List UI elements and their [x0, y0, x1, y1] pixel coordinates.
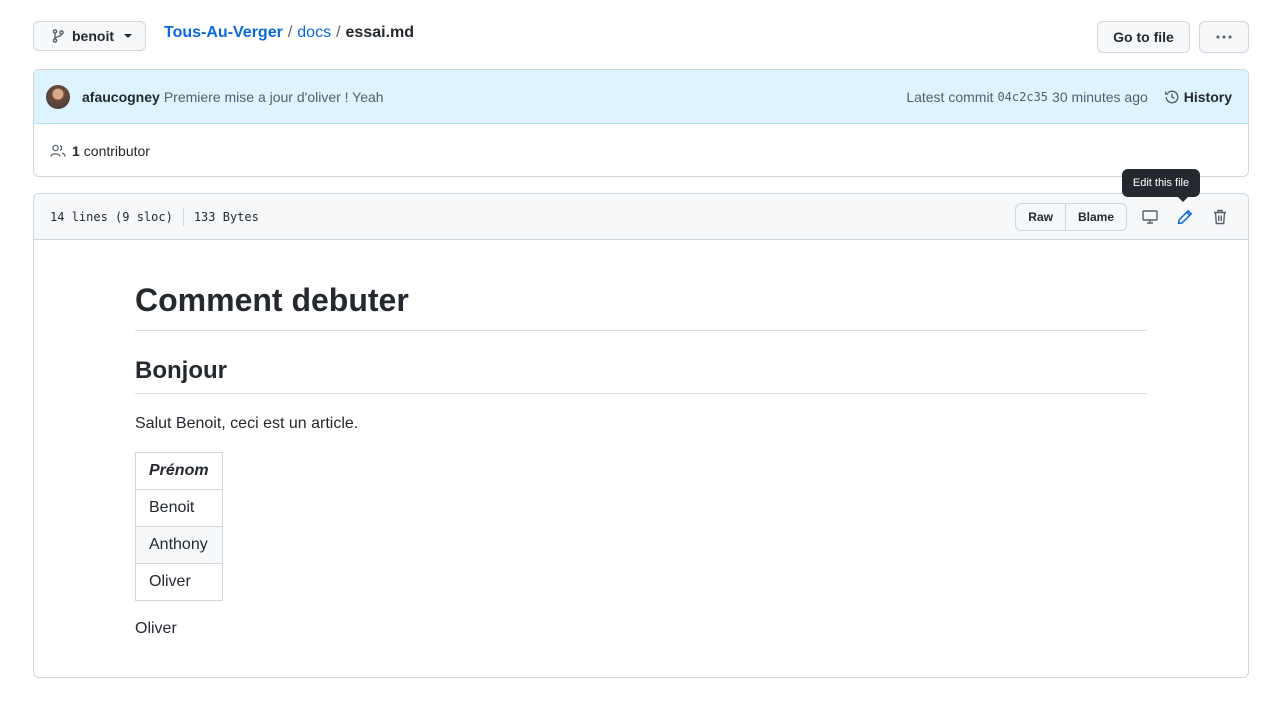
breadcrumb: Tous-Au-Verger / docs / essai.md: [164, 24, 414, 42]
edit-file-tooltip: Edit this file: [1122, 169, 1200, 202]
chevron-down-icon: [124, 34, 132, 38]
breadcrumb-separator: /: [336, 24, 341, 41]
breadcrumb-file-name: essai.md: [345, 24, 415, 41]
file-header: 14 lines (9 sloc) 133 Bytes Raw Blame: [34, 194, 1248, 240]
kebab-horizontal-icon: [1216, 35, 1232, 39]
blame-button[interactable]: Blame: [1064, 203, 1126, 230]
branch-selector-button[interactable]: benoit: [33, 21, 146, 51]
pencil-icon[interactable]: [1173, 205, 1197, 229]
table-row: Anthony: [135, 526, 223, 564]
trash-icon[interactable]: [1208, 205, 1232, 229]
file-actions: Raw Blame: [1015, 202, 1232, 231]
commit-time: 30 minutes ago: [1052, 88, 1148, 105]
table-header-cell: Prénom: [135, 452, 223, 490]
divider: [182, 207, 184, 226]
markdown-heading-1: Comment debuter: [135, 240, 1147, 331]
commit-meta: Latest commit 04c2c35 30 minutes ago His…: [906, 89, 1232, 105]
avatar[interactable]: [46, 84, 70, 109]
table-cell: Oliver: [135, 563, 223, 601]
commit-message-link[interactable]: Premiere mise a jour d'oliver ! Yeah: [164, 89, 384, 105]
history-link[interactable]: History: [1164, 89, 1232, 105]
table-cell: Benoit: [135, 489, 223, 527]
table-row: Benoit: [135, 489, 223, 527]
markdown-body: Comment debuter Bonjour Salut Benoit, ce…: [135, 240, 1147, 641]
contributors-row[interactable]: 1 contributor: [34, 124, 1248, 176]
latest-commit-box: afaucogney Premiere mise a jour d'oliver…: [33, 69, 1249, 177]
commit-row: afaucogney Premiere mise a jour d'oliver…: [34, 70, 1248, 124]
raw-blame-group: Raw Blame: [1015, 202, 1127, 231]
file-size: 133 Bytes: [193, 209, 259, 224]
go-to-file-button[interactable]: Go to file: [1097, 21, 1190, 53]
desktop-icon[interactable]: [1138, 205, 1162, 229]
branch-name: benoit: [72, 28, 114, 44]
table-row: Oliver: [135, 563, 223, 601]
file-info: 14 lines (9 sloc) 133 Bytes: [50, 207, 259, 226]
contributor-label: contributor: [83, 142, 150, 159]
markdown-heading-2: Bonjour: [135, 355, 1147, 394]
history-label: History: [1183, 88, 1232, 105]
breadcrumb-separator: /: [287, 24, 293, 41]
latest-commit-label: Latest commit: [906, 88, 994, 105]
file-lines: 14 lines (9 sloc): [50, 209, 173, 224]
breadcrumb-folder-link[interactable]: docs: [297, 24, 331, 42]
breadcrumb-repo-link[interactable]: Tous-Au-Verger: [164, 24, 283, 42]
markdown-paragraph: Salut Benoit, ceci est un article.: [135, 415, 359, 432]
contributor-count: 1: [72, 142, 80, 159]
commit-author-link[interactable]: afaucogney: [82, 89, 160, 105]
markdown-table: Prénom Benoit Anthony Oliver: [135, 452, 223, 601]
git-branch-icon: [52, 29, 64, 43]
table-cell: Anthony: [135, 526, 223, 564]
markdown-paragraph-footer: Oliver: [135, 620, 177, 637]
file-viewer: 14 lines (9 sloc) 133 Bytes Raw Blame Co…: [33, 193, 1249, 678]
more-options-button[interactable]: [1199, 21, 1249, 53]
commit-sha-link[interactable]: 04c2c35: [997, 90, 1048, 104]
raw-button[interactable]: Raw: [1016, 204, 1065, 230]
people-icon: [50, 144, 72, 158]
history-icon: [1164, 89, 1184, 105]
